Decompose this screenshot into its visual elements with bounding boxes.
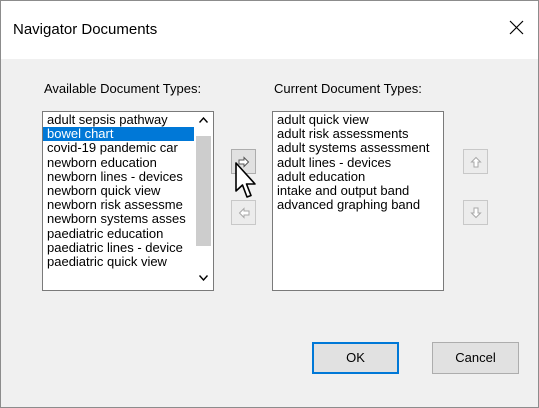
current-types-label: Current Document Types: [274, 81, 422, 96]
available-types-list[interactable]: adult sepsis pathway bowel chart covid-19 … [42, 111, 214, 291]
navigator-documents-dialog: Navigator Documents Available Document T… [0, 0, 539, 408]
remove-document-button[interactable] [231, 200, 256, 225]
current-list-item[interactable]: intake and output band [273, 184, 443, 198]
current-list-item[interactable]: adult risk assessments [273, 127, 443, 141]
ok-button[interactable]: OK [312, 342, 399, 374]
available-list-item[interactable]: newborn quick view [43, 184, 194, 198]
available-list-item[interactable]: paediatric quick view [43, 255, 194, 269]
current-list-item[interactable]: advanced graphing band [273, 198, 443, 212]
close-icon [509, 20, 524, 35]
arrow-right-icon [238, 156, 250, 168]
close-button[interactable] [502, 13, 532, 43]
available-list-item[interactable]: covid-19 pandemic car [43, 141, 194, 155]
cancel-button[interactable]: Cancel [432, 342, 519, 374]
move-down-button[interactable] [463, 200, 488, 225]
chevron-down-icon [199, 275, 208, 281]
available-list-item[interactable]: newborn education [43, 156, 194, 170]
available-list-item[interactable]: paediatric education [43, 227, 194, 241]
arrow-up-icon [470, 156, 482, 168]
available-list-item[interactable]: adult sepsis pathway [43, 113, 194, 127]
arrow-down-icon [470, 207, 482, 219]
title-bar: Navigator Documents [1, 1, 538, 59]
available-list-item[interactable]: paediatric lines - device [43, 241, 194, 255]
available-list-item[interactable]: newborn systems asses [43, 212, 194, 226]
scroll-down-button[interactable] [194, 270, 213, 288]
move-up-button[interactable] [463, 149, 488, 174]
scroll-thumb[interactable] [196, 136, 211, 246]
available-list-item[interactable]: bowel chart [43, 127, 194, 142]
available-list-item[interactable]: newborn lines - devices [43, 170, 194, 184]
scroll-up-button[interactable] [194, 112, 213, 130]
current-list-item[interactable]: adult quick view [273, 113, 443, 127]
arrow-left-icon [238, 207, 250, 219]
current-list-item[interactable]: adult systems assessment [273, 141, 443, 155]
current-types-list[interactable]: adult quick view adult risk assessments ad… [272, 111, 444, 291]
add-document-button[interactable] [231, 149, 256, 174]
dialog-title: Navigator Documents [13, 21, 158, 38]
available-types-label: Available Document Types: [44, 81, 202, 96]
current-list-item[interactable]: adult lines - devices [273, 156, 443, 170]
available-list-item[interactable]: newborn risk assessme [43, 198, 194, 212]
available-list-scrollbar[interactable] [194, 112, 213, 290]
current-list-item[interactable]: adult education [273, 170, 443, 184]
chevron-up-icon [199, 117, 208, 123]
